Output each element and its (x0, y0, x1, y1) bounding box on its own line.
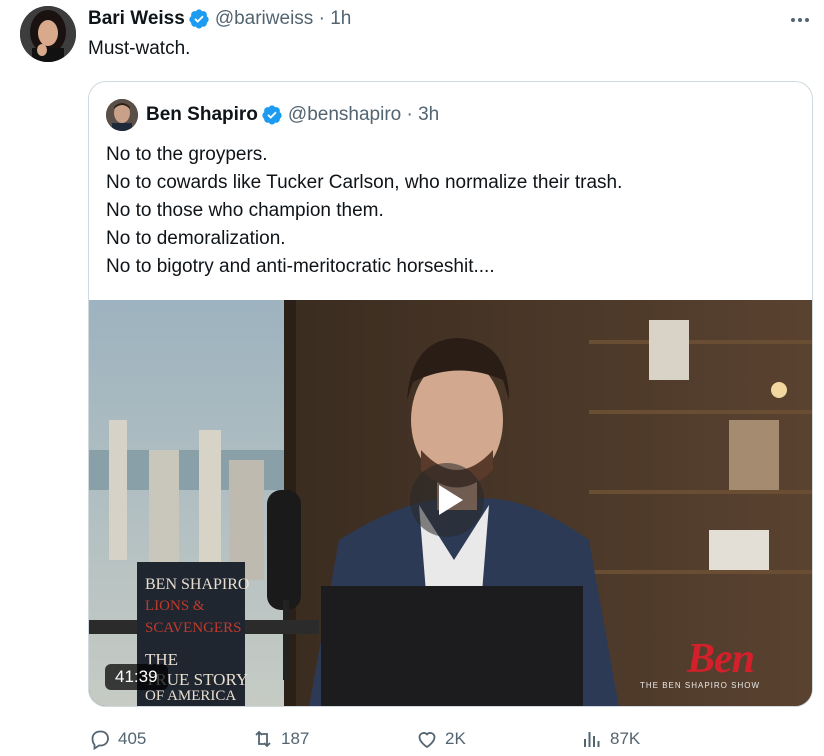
quoted-tweet-text: No to the groypers. No to cowards like T… (106, 141, 622, 281)
quoted-tweet-time: 3h (418, 104, 440, 125)
separator-dot: · (318, 8, 325, 29)
author-avatar[interactable] (20, 6, 76, 62)
tweet-text: Must-watch. (88, 38, 191, 59)
quoted-author-avatar (106, 99, 138, 131)
show-logo-text: Ben (687, 636, 755, 682)
book-title-line: OF AMERICA (145, 688, 237, 704)
repost-count: 187 (281, 729, 310, 748)
reply-icon (91, 730, 109, 751)
quoted-tweet-header: Ben Shapiro @benshapiro · 3h (106, 99, 439, 131)
video-duration-badge: 41:39 (105, 664, 168, 690)
reply-button[interactable]: 405 (88, 724, 146, 754)
book-title-line: BEN SHAPIRO (145, 576, 250, 593)
views-button[interactable]: 87K (580, 724, 640, 754)
repost-icon (255, 730, 271, 748)
video-player[interactable]: BEN SHAPIRO LIONS & SCAVENGERS THE TRUE … (89, 300, 812, 706)
quoted-line: No to demoralization. (106, 228, 286, 249)
views-count: 87K (610, 729, 641, 748)
reply-count: 405 (118, 729, 147, 748)
book-title-line: SCAVENGERS (145, 620, 242, 636)
quoted-separator-dot: · (406, 104, 413, 125)
quoted-verified-badge-icon (262, 105, 282, 125)
quoted-line: No to those who champion them. (106, 200, 384, 221)
show-logo: Ben THE BEN SHAPIRO SHOW (640, 635, 800, 695)
views-icon (584, 732, 600, 747)
tweet-header: Bari Weiss @bariweiss · 1h (88, 6, 351, 32)
author-handle[interactable]: @bariweiss (215, 8, 313, 30)
more-options-icon[interactable] (786, 10, 814, 30)
heart-icon (418, 732, 436, 749)
quoted-line: No to the groypers. (106, 144, 268, 165)
quoted-author-name: Ben Shapiro (146, 104, 258, 125)
quoted-line: No to cowards like Tucker Carlson, who n… (106, 172, 623, 193)
quoted-tweet-card[interactable]: Ben Shapiro @benshapiro · 3h No to the g… (88, 81, 813, 707)
author-name[interactable]: Bari Weiss (88, 8, 185, 30)
show-logo-subtitle: THE BEN SHAPIRO SHOW (640, 681, 761, 690)
book-title-line: LIONS & (145, 598, 205, 614)
play-button[interactable] (410, 463, 484, 537)
tweet-action-bar: 405 187 2K 87K (88, 724, 813, 754)
repost-button[interactable]: 187 (251, 724, 309, 754)
verified-badge-icon (189, 9, 209, 29)
tweet-time[interactable]: 1h (330, 8, 351, 30)
like-button[interactable]: 2K (415, 724, 466, 754)
quoted-line: No to bigotry and anti-meritocratic hors… (106, 256, 495, 277)
quoted-author-handle: @benshapiro (287, 104, 402, 125)
like-count: 2K (445, 729, 466, 748)
play-icon (439, 485, 463, 515)
